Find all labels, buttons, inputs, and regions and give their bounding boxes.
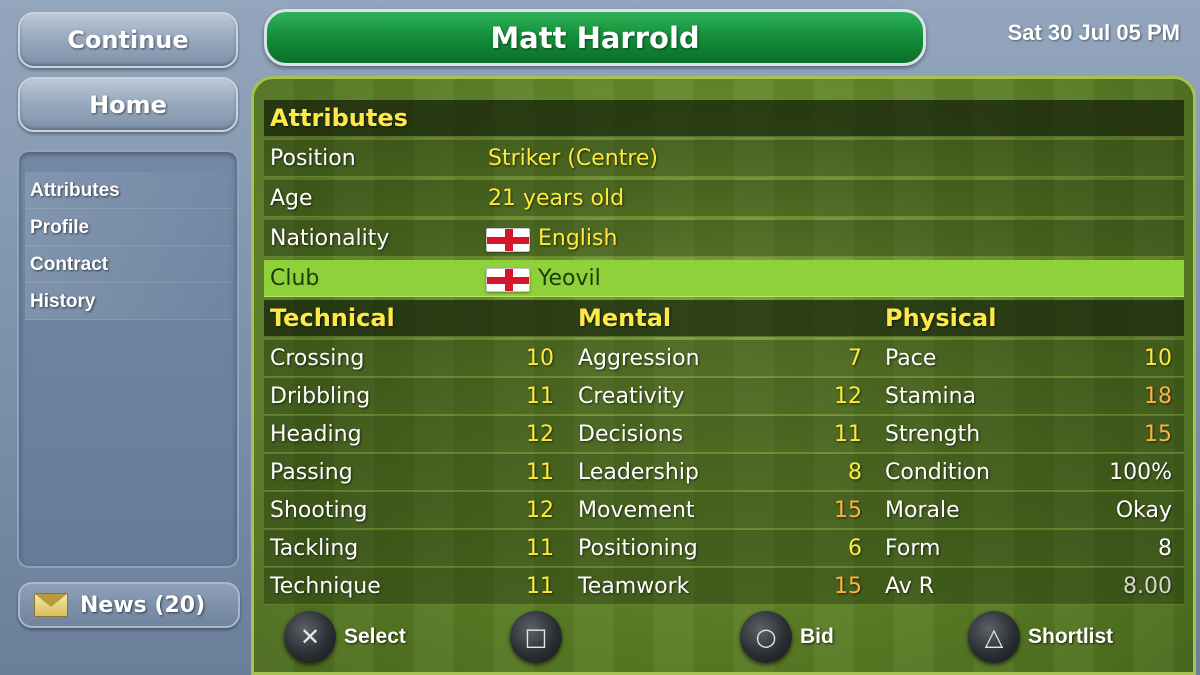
aggression-label: Aggression (578, 346, 700, 371)
player-name-banner: Matt Harrold (264, 9, 926, 66)
square-hint[interactable]: □ (510, 611, 562, 663)
continue-button[interactable]: Continue (18, 12, 238, 68)
creativity-label: Creativity (578, 384, 685, 409)
crossing-value: 10 (526, 346, 554, 371)
age-value: 21 years old (488, 186, 625, 211)
technical-title: Technical (270, 304, 395, 332)
leadership-label: Leadership (578, 460, 699, 485)
news-label: News (20) (80, 592, 206, 618)
club-value: Yeovil (538, 266, 601, 291)
club-row[interactable]: Club Yeovil (264, 260, 1184, 297)
square-button-icon[interactable]: □ (510, 611, 562, 663)
position-label: Position (270, 146, 356, 171)
skill-row: Technique 11 Teamwork 15 Av R 8.00 (264, 568, 1184, 605)
shooting-value: 12 (526, 498, 554, 523)
age-row: Age 21 years old (264, 180, 1184, 217)
teamwork-value: 15 (834, 574, 862, 599)
shortlist-label: Shortlist (1028, 625, 1114, 648)
form-label: Form (885, 536, 941, 561)
pace-label: Pace (885, 346, 937, 371)
skill-row: Passing 11 Leadership 8 Condition 100% (264, 454, 1184, 491)
sidebar-item-attributes[interactable]: Attributes (25, 172, 231, 209)
nationality-row: Nationality English (264, 220, 1184, 257)
morale-label: Morale (885, 498, 960, 523)
dribbling-label: Dribbling (270, 384, 371, 409)
condition-label: Condition (885, 460, 990, 485)
avr-value: 8.00 (1123, 574, 1172, 599)
aggression-value: 7 (848, 346, 862, 371)
select-label: Select (344, 625, 406, 648)
bid-label: Bid (800, 625, 834, 648)
skills-header-row: Technical Mental Physical (264, 300, 1184, 337)
shortlist-hint[interactable]: △ Shortlist (968, 611, 1114, 663)
tackling-value: 11 (526, 536, 554, 561)
tackling-label: Tackling (270, 536, 359, 561)
home-button[interactable]: Home (18, 77, 238, 132)
select-hint[interactable]: ✕ Select (284, 611, 406, 663)
crossing-label: Crossing (270, 346, 365, 371)
stamina-value: 18 (1144, 384, 1172, 409)
positioning-value: 6 (848, 536, 862, 561)
england-flag-icon (486, 268, 530, 292)
sidebar-item-history[interactable]: History (25, 283, 231, 320)
position-value: Striker (Centre) (488, 146, 659, 171)
creativity-value: 12 (834, 384, 862, 409)
technique-value: 11 (526, 574, 554, 599)
game-date: Sat 30 Jul 05 PM (1007, 20, 1180, 45)
england-flag-icon (486, 228, 530, 252)
physical-title: Physical (885, 304, 997, 332)
leadership-value: 8 (848, 460, 862, 485)
skill-row: Crossing 10 Aggression 7 Pace 10 (264, 340, 1184, 377)
passing-label: Passing (270, 460, 353, 485)
circle-button-icon[interactable]: ○ (740, 611, 792, 663)
attributes-title: Attributes (270, 104, 408, 132)
skill-row: Shooting 12 Movement 15 Morale Okay (264, 492, 1184, 529)
morale-value: Okay (1115, 498, 1172, 523)
technique-label: Technique (270, 574, 381, 599)
attributes-header-row: Attributes (264, 100, 1184, 137)
decisions-value: 11 (834, 422, 862, 447)
bid-hint[interactable]: ○ Bid (740, 611, 834, 663)
pace-value: 10 (1144, 346, 1172, 371)
positioning-label: Positioning (578, 536, 698, 561)
sidebar-menu: Attributes Profile Contract History (17, 150, 239, 568)
heading-value: 12 (526, 422, 554, 447)
club-label: Club (270, 266, 320, 291)
shooting-label: Shooting (270, 498, 368, 523)
age-label: Age (270, 186, 313, 211)
position-row: Position Striker (Centre) (264, 140, 1184, 177)
avr-label: Av R (885, 574, 935, 599)
skill-row: Tackling 11 Positioning 6 Form 8 (264, 530, 1184, 567)
stamina-label: Stamina (885, 384, 977, 409)
movement-label: Movement (578, 498, 695, 523)
dribbling-value: 11 (526, 384, 554, 409)
triangle-button-icon[interactable]: △ (968, 611, 1020, 663)
condition-value: 100% (1109, 460, 1172, 485)
mental-title: Mental (578, 304, 672, 332)
nationality-value: English (538, 226, 618, 251)
passing-value: 11 (526, 460, 554, 485)
strength-value: 15 (1144, 422, 1172, 447)
sidebar-item-contract[interactable]: Contract (25, 246, 231, 283)
cross-button-icon[interactable]: ✕ (284, 611, 336, 663)
player-name: Matt Harrold (490, 20, 700, 55)
movement-value: 15 (834, 498, 862, 523)
envelope-icon (34, 593, 68, 617)
skill-row: Heading 12 Decisions 11 Strength 15 (264, 416, 1184, 453)
decisions-label: Decisions (578, 422, 684, 447)
teamwork-label: Teamwork (578, 574, 690, 599)
nationality-label: Nationality (270, 226, 390, 251)
news-button[interactable]: News (20) (18, 582, 240, 628)
form-value: 8 (1158, 536, 1172, 561)
strength-label: Strength (885, 422, 981, 447)
skill-row: Dribbling 11 Creativity 12 Stamina 18 (264, 378, 1184, 415)
heading-label: Heading (270, 422, 362, 447)
sidebar-item-profile[interactable]: Profile (25, 209, 231, 246)
